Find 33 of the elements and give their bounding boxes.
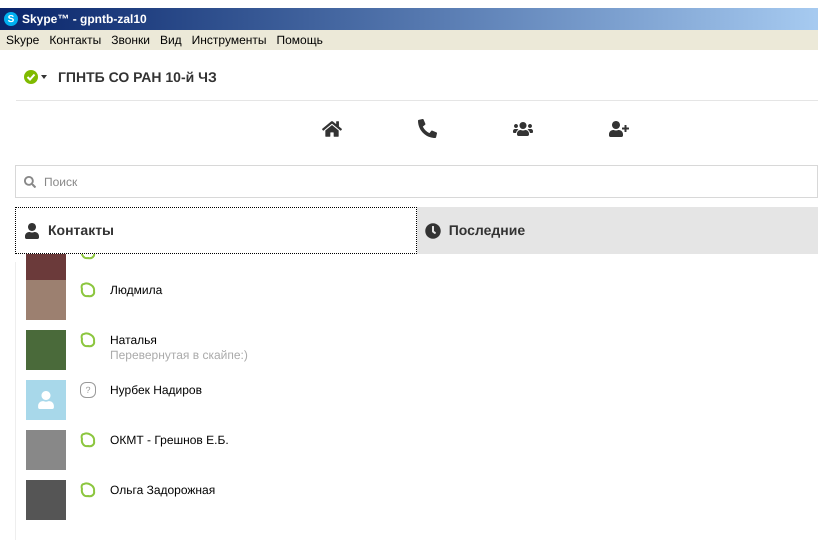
account-name[interactable]: ГПНТБ СО РАН 10-й ЧЗ	[58, 66, 217, 88]
tab[interactable]: Последние	[416, 207, 818, 254]
photo-placeholder	[26, 280, 66, 320]
person-icon	[37, 391, 55, 409]
menu-item[interactable]: Инструменты	[192, 31, 266, 49]
tab[interactable]: Контакты	[15, 207, 417, 254]
menu-item[interactable]: Контакты	[49, 31, 102, 49]
menu-item[interactable]: Skype	[6, 31, 40, 49]
clock-icon	[424, 222, 441, 238]
contact-name[interactable]: Наталья	[110, 332, 248, 348]
search-field[interactable]: Поиск	[15, 165, 818, 198]
window-title: Skype™ - gpntb-zal10	[22, 11, 147, 28]
add-contact-icon[interactable]	[609, 118, 629, 138]
contact-name[interactable]: Людмила	[110, 282, 162, 298]
photo-placeholder	[26, 254, 66, 282]
menu-item[interactable]: Вид	[160, 31, 182, 49]
app-logo: S	[4, 12, 18, 26]
photo-placeholder	[26, 480, 66, 520]
menu-item[interactable]: Звонки	[111, 31, 150, 49]
phone-icon[interactable]	[418, 119, 437, 138]
contact-name[interactable]: Нурбек Надиров	[110, 382, 202, 398]
search-icon	[24, 176, 36, 188]
person-icon	[24, 222, 40, 238]
status-unknown-icon: ?	[80, 382, 96, 398]
search-input[interactable]: Поиск	[44, 172, 809, 190]
status-check-icon[interactable]	[24, 70, 50, 84]
contact-name[interactable]: ОКМТ - Грешнов Е.Б.	[110, 432, 229, 448]
menu-item[interactable]: Помощь	[276, 31, 323, 49]
mood-message: Перевернутая в скайпе:)	[110, 348, 248, 362]
home-icon[interactable]	[322, 118, 342, 138]
contact-name[interactable]: Ольга Задорожная	[110, 482, 216, 498]
photo-placeholder	[26, 330, 66, 370]
photo-placeholder	[26, 430, 66, 470]
